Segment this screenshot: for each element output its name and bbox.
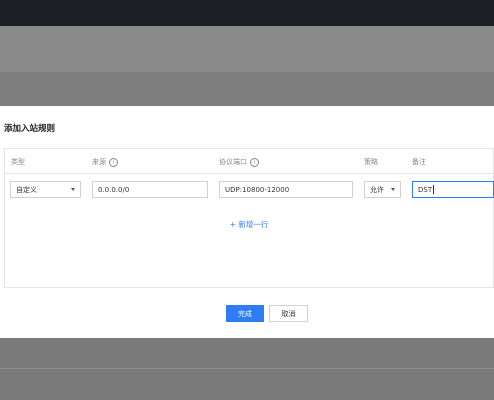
- table-header: 类型 来源 i 协议端口 i 策略 备注: [5, 149, 493, 174]
- text-cursor: [433, 185, 435, 194]
- add-inbound-rule-dialog: 添加入站规则 类型 来源 i 协议端口 i 策略 备注 自定义 0.0.0.0/…: [0, 106, 494, 338]
- dialog-title: 添加入站规则: [4, 124, 56, 134]
- page-background-overlay-bottom: [0, 338, 494, 400]
- header-remark-label: 备注: [412, 158, 426, 166]
- header-type-label: 类型: [11, 158, 25, 166]
- top-nav-bar: [0, 0, 494, 26]
- port-input[interactable]: UDP:10800-12000: [219, 181, 353, 198]
- source-input[interactable]: 0.0.0.0/0: [92, 181, 208, 198]
- header-source-label: 来源: [92, 158, 106, 166]
- header-port: 协议端口 i: [219, 157, 259, 167]
- policy-select-value: 允许: [370, 185, 384, 194]
- page-background-overlay: [0, 26, 494, 106]
- header-policy-label: 策略: [364, 158, 378, 166]
- add-row-link[interactable]: + 新增一行: [5, 219, 493, 230]
- source-input-value: 0.0.0.0/0: [98, 185, 130, 194]
- type-select-value: 自定义: [16, 185, 37, 194]
- confirm-button[interactable]: 完成: [226, 305, 264, 322]
- rules-table: 类型 来源 i 协议端口 i 策略 备注 自定义 0.0.0.0/0 UDP:1…: [4, 148, 494, 288]
- remark-input-value: DST: [418, 185, 433, 194]
- header-port-label: 协议端口: [219, 158, 247, 166]
- chevron-down-icon: [391, 188, 395, 191]
- chevron-down-icon: [71, 188, 75, 191]
- header-remark: 备注: [412, 157, 426, 167]
- policy-select[interactable]: 允许: [364, 181, 401, 198]
- header-source: 来源 i: [92, 157, 118, 167]
- remark-input[interactable]: DST: [412, 181, 494, 198]
- header-policy: 策略: [364, 157, 378, 167]
- port-info-icon[interactable]: i: [250, 157, 259, 167]
- header-type: 类型: [11, 157, 25, 167]
- cancel-button[interactable]: 取消: [269, 305, 308, 322]
- divider: [0, 368, 494, 369]
- type-select[interactable]: 自定义: [10, 181, 81, 198]
- source-info-icon[interactable]: i: [109, 157, 118, 167]
- port-input-value: UDP:10800-12000: [225, 185, 290, 194]
